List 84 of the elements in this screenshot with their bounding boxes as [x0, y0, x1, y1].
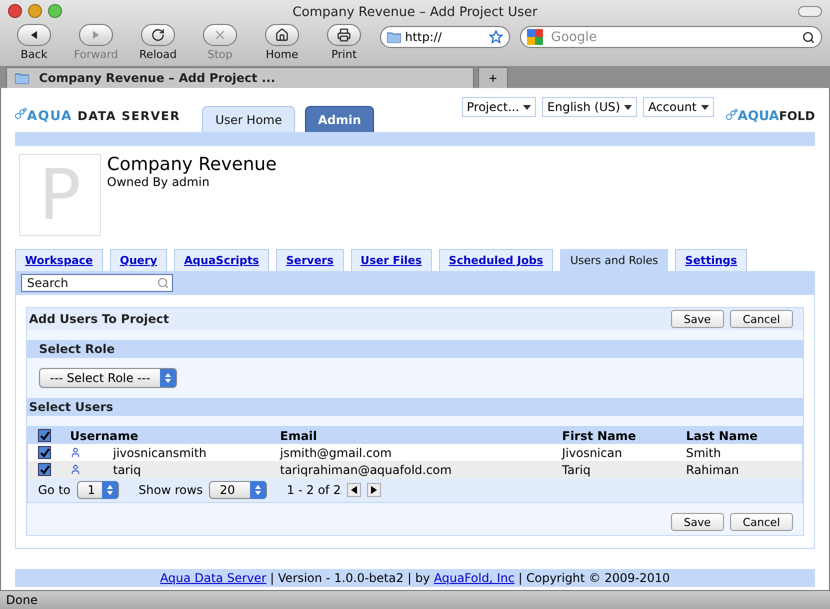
dropdown-menu[interactable]: English (US)	[542, 97, 638, 117]
window-title: Company Revenue – Add Project User	[292, 4, 538, 20]
search-icon	[157, 277, 169, 289]
dropdown-menu[interactable]: Account	[643, 97, 714, 117]
page-select[interactable]: 1	[76, 481, 119, 499]
column-header: Last Name	[686, 428, 759, 442]
zoom-button[interactable]	[48, 4, 62, 18]
back-button[interactable]: Back	[8, 24, 60, 61]
folder-icon	[387, 32, 401, 42]
nav-tab[interactable]: Admin	[304, 106, 374, 132]
table-cell-text: jsmith@gmail.com	[280, 446, 393, 460]
close-button[interactable]	[8, 4, 22, 18]
next-page-button[interactable]	[366, 483, 381, 497]
print-button[interactable]: Print	[318, 24, 370, 61]
goto-label: Go to	[38, 483, 71, 497]
user-icon	[70, 447, 81, 458]
table-cell-text: Tariq	[562, 462, 592, 476]
project-name: Company Revenue	[107, 154, 277, 175]
project-tab[interactable]: Query	[110, 249, 168, 271]
rows-label: Show rows	[138, 483, 203, 497]
project-tab[interactable]: AquaScripts	[174, 249, 270, 271]
folder-icon	[15, 72, 29, 84]
status-text: Done	[6, 593, 38, 607]
table-cell-text: Smith	[686, 446, 722, 460]
project-tab[interactable]: Workspace	[15, 249, 103, 271]
footer-text: Aqua Data Server | Version - 1.0.0-beta2 | by AquaFold, Inc | Copyright © 2009-2010	[160, 571, 670, 585]
browser-tab[interactable]: Company Revenue – Add Project ...	[6, 67, 474, 88]
project-tab[interactable]: Settings	[675, 249, 748, 271]
toolbar-toggle-button[interactable]	[798, 6, 822, 17]
role-select[interactable]: --- Select Role ---	[39, 368, 177, 388]
reload-button[interactable]: Reload	[132, 24, 184, 61]
footer-link[interactable]: Aqua Data Server	[160, 571, 266, 585]
section-header: Select Role	[27, 340, 803, 358]
save-button[interactable]: Save	[670, 513, 724, 531]
table-cell-text: Rahiman	[686, 462, 740, 476]
app-logo: AQUA DATA SERVER	[15, 108, 180, 124]
project-owner: Owned By admin	[107, 175, 210, 189]
table-cell-text: Jivosnican	[562, 446, 624, 460]
table-cell-text: tariqrahiman@aquafold.com	[280, 462, 453, 476]
printer-icon	[337, 28, 351, 42]
reload-icon	[151, 28, 165, 42]
house-icon	[275, 28, 289, 42]
back-arrow-icon	[348, 485, 359, 495]
star-icon	[489, 30, 503, 44]
table-cell: tariq	[113, 462, 141, 476]
footer-link[interactable]: AquaFold, Inc	[434, 571, 515, 585]
column-header: Username	[70, 428, 140, 442]
project-tab[interactable]: Users and Roles	[560, 249, 668, 271]
home-button[interactable]: Home	[256, 24, 308, 61]
back-arrow-icon	[29, 30, 39, 40]
nav-tab[interactable]: User Home	[202, 106, 295, 132]
section-header: Select Users	[27, 398, 803, 416]
cancel-button[interactable]: Cancel	[730, 310, 793, 328]
brand-logo: AQUAFOLD	[726, 109, 815, 124]
save-button[interactable]: Save	[670, 310, 724, 328]
bubbles-icon	[726, 109, 738, 121]
new-tab-button[interactable]: +	[478, 67, 508, 88]
bubbles-icon	[15, 108, 27, 120]
column-header: First Name	[562, 428, 638, 442]
table-cell: jivosnicansmith	[113, 446, 206, 460]
dropdown-menu[interactable]: Project...	[462, 97, 536, 117]
search-icon	[802, 30, 815, 44]
page-range: 1 - 2 of 2	[286, 483, 341, 497]
rows-select[interactable]: 20	[208, 481, 267, 499]
row-checkbox[interactable]	[38, 463, 51, 476]
search-field[interactable]: Search	[21, 274, 173, 292]
project-tab[interactable]: User Files	[350, 249, 432, 271]
panel-title: Add Users To Project	[29, 312, 169, 326]
select-all-checkbox[interactable]	[38, 429, 51, 442]
forward-arrow-icon	[368, 485, 379, 495]
address-field[interactable]: http://	[380, 26, 510, 48]
forward-arrow-icon	[91, 30, 101, 40]
close-icon	[213, 28, 227, 42]
column-header: Email	[280, 428, 318, 442]
minimize-button[interactable]	[28, 4, 42, 18]
search-field[interactable]: Google	[520, 26, 822, 48]
cancel-button[interactable]: Cancel	[730, 513, 793, 531]
search-input[interactable]: Google	[549, 28, 796, 46]
row-checkbox[interactable]	[38, 446, 51, 459]
project-tab[interactable]: Servers	[276, 249, 344, 271]
previous-page-button[interactable]	[346, 483, 361, 497]
search-engine-icon	[527, 29, 543, 45]
user-icon	[70, 464, 81, 475]
project-tab[interactable]: Scheduled Jobs	[438, 249, 554, 271]
